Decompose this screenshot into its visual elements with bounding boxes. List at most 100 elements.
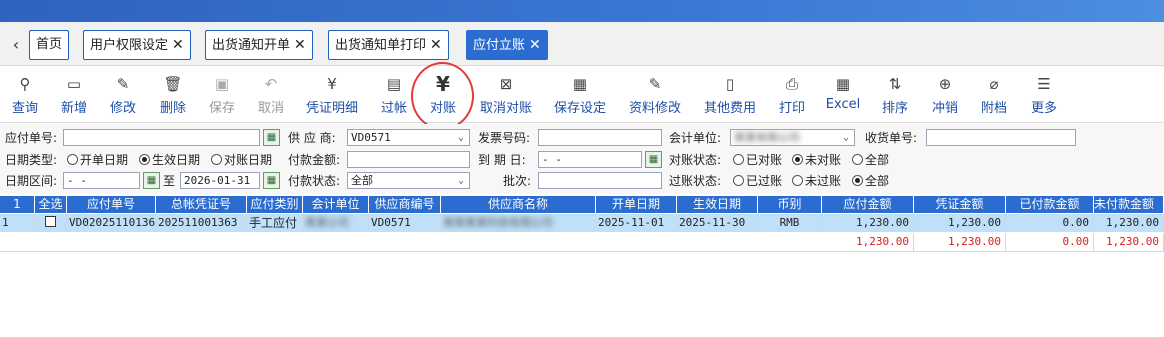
radio-unposted[interactable]: 未过账: [792, 172, 841, 189]
radio-open-date[interactable]: 开单日期: [67, 151, 128, 168]
total-paid: 0.00: [1006, 233, 1094, 251]
voucher-amount-cell: 1,230.00: [914, 214, 1006, 232]
column-header[interactable]: 会计单位: [303, 196, 369, 213]
close-icon[interactable]: ✕: [430, 37, 442, 53]
date-from-input[interactable]: - -: [63, 172, 140, 189]
attachment-icon: ⌀: [989, 75, 999, 93]
tab-shipping-notice[interactable]: 出货通知开单 ✕: [205, 30, 313, 60]
calendar-icon[interactable]: ▦: [645, 151, 662, 168]
tab-shipping-print[interactable]: 出货通知单打印 ✕: [328, 30, 449, 60]
add-button[interactable]: ▭ 新增: [56, 73, 92, 121]
tab-bar: ‹ 首页 用户权限设定 ✕ 出货通知开单 ✕ 出货通知单打印 ✕ 应付立账 ✕: [0, 22, 1164, 66]
app-header-bar: [0, 0, 1164, 22]
post-button[interactable]: ▤ 过帐: [375, 73, 413, 121]
row-number: 1: [0, 214, 35, 232]
close-icon[interactable]: ✕: [172, 37, 184, 53]
date-range-label: 日期区间:: [5, 174, 58, 188]
payable-no-input[interactable]: [63, 129, 260, 146]
print-button[interactable]: ⎙ 打印: [773, 73, 811, 121]
tab-label: 应付立账: [473, 38, 526, 53]
row-checkbox[interactable]: [35, 214, 67, 232]
payment-status-value: 全部: [351, 174, 373, 187]
radio-posted[interactable]: 已过账: [733, 172, 782, 189]
save-settings-icon: ▦: [572, 75, 588, 93]
radio-icon: [852, 175, 863, 186]
close-icon[interactable]: ✕: [294, 37, 306, 53]
invoice-no-input[interactable]: [538, 129, 662, 146]
column-header[interactable]: 应付金额: [822, 196, 914, 213]
radio-reconcile-date[interactable]: 对账日期: [211, 151, 272, 168]
payable-no-cell: VD02025110136: [67, 214, 156, 232]
radio-effective-date[interactable]: 生效日期: [139, 151, 200, 168]
delete-label: 删除: [159, 101, 186, 116]
radio-reconcile-all[interactable]: 全部: [852, 151, 889, 168]
batch-input[interactable]: [538, 172, 662, 189]
total-voucher: 1,230.00: [914, 233, 1006, 251]
column-header[interactable]: 凭证金额: [914, 196, 1006, 213]
date-to-input[interactable]: 2026-01-31: [180, 172, 260, 189]
radio-label: 生效日期: [152, 153, 201, 167]
accounting-unit-select[interactable]: 某某有限公司 ⌄: [730, 129, 855, 146]
column-header[interactable]: 供应商名称: [441, 196, 596, 213]
radio-posting-all[interactable]: 全部: [852, 172, 889, 189]
receipt-no-input[interactable]: [926, 129, 1076, 146]
chevron-down-icon: ⌄: [842, 132, 850, 143]
payment-amount-input[interactable]: [347, 151, 470, 168]
checkbox-icon[interactable]: [45, 216, 56, 227]
invoice-no-label: 发票号码:: [478, 131, 531, 145]
column-header[interactable]: 总帐凭证号: [156, 196, 247, 213]
tab-scroll-left-button[interactable]: ‹: [6, 34, 26, 56]
column-header[interactable]: 应付类别: [247, 196, 303, 213]
query-button[interactable]: ⚲ 查询: [6, 73, 44, 121]
tab-payable-entry[interactable]: 应付立账 ✕: [466, 30, 548, 60]
column-header[interactable]: 已付款金额: [1006, 196, 1094, 213]
calendar-icon[interactable]: ▦: [263, 172, 280, 189]
other-fee-button[interactable]: ▯ 其他费用: [700, 73, 760, 121]
supplier-value: VD0571: [351, 131, 391, 144]
chevron-down-icon: ⌄: [457, 132, 465, 143]
data-edit-button[interactable]: ✎ 资料修改: [625, 73, 685, 121]
other-fee-label: 其他费用: [703, 101, 756, 116]
edit-icon: ✎: [116, 75, 130, 93]
more-button[interactable]: ☰ 更多: [1025, 73, 1063, 121]
column-header[interactable]: 应付单号: [67, 196, 156, 213]
offset-button[interactable]: ⊕ 冲销: [926, 73, 964, 121]
voucher-detail-button[interactable]: ¥ 凭证明细: [302, 73, 362, 121]
undo-button[interactable]: ↶ 取消: [252, 73, 290, 121]
add-label: 新增: [60, 101, 87, 116]
radio-label: 已对账: [746, 153, 783, 167]
voucher-no-cell: 202511001363: [156, 214, 247, 232]
edit-button[interactable]: ✎ 修改: [104, 73, 142, 121]
tab-label: 用户权限设定: [90, 38, 169, 53]
radio-icon: [733, 175, 744, 186]
payable-type-cell: 手工应付: [247, 214, 303, 232]
lookup-icon[interactable]: ▦: [263, 129, 280, 146]
column-header[interactable]: 供应商编号: [369, 196, 441, 213]
excel-button[interactable]: ▦ Excel: [823, 73, 863, 121]
column-header[interactable]: 开单日期: [596, 196, 677, 213]
data-edit-label: 资料修改: [628, 101, 681, 116]
due-date-input[interactable]: - -: [538, 151, 642, 168]
radio-reconciled[interactable]: 已对账: [733, 151, 782, 168]
tab-home[interactable]: 首页: [29, 30, 70, 60]
sort-button[interactable]: ⇅ 排序: [876, 73, 914, 121]
calendar-icon[interactable]: ▦: [143, 172, 160, 189]
column-header[interactable]: 未付款金额: [1094, 196, 1164, 213]
supplier-select[interactable]: VD0571 ⌄: [347, 129, 470, 146]
save-settings-button[interactable]: ▦ 保存设定: [550, 73, 610, 121]
radio-unreconciled[interactable]: 未对账: [792, 151, 841, 168]
attachment-button[interactable]: ⌀ 附档: [975, 73, 1013, 121]
cancel-reconcile-icon: ⊠: [499, 75, 513, 93]
cancel-reconcile-button[interactable]: ⊠ 取消对账: [476, 73, 536, 121]
column-header[interactable]: 币别: [758, 196, 822, 213]
tab-user-permissions[interactable]: 用户权限设定 ✕: [83, 30, 191, 60]
close-icon[interactable]: ✕: [529, 37, 541, 53]
save-button[interactable]: ▣ 保存: [203, 73, 241, 121]
delete-button[interactable]: 🗑 删除: [154, 73, 192, 121]
select-all-header[interactable]: 全选: [35, 196, 67, 213]
column-header[interactable]: 生效日期: [677, 196, 758, 213]
tab-label: 首页: [36, 37, 63, 52]
receipt-no-label: 收货单号:: [865, 131, 918, 145]
accounting-unit-label: 会计单位:: [669, 131, 722, 145]
payment-status-select[interactable]: 全部 ⌄: [347, 172, 470, 189]
